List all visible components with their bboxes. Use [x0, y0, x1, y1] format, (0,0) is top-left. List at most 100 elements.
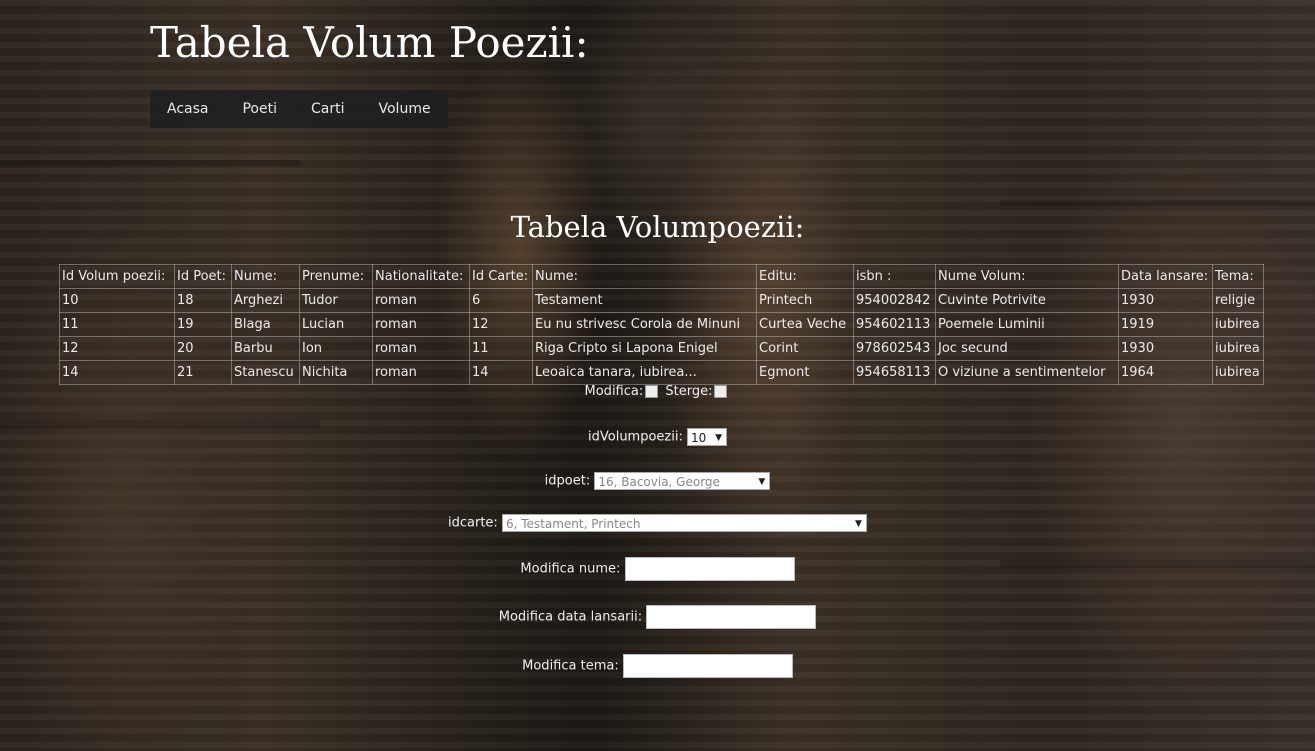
table-header-row: Id Volum poezii: Id Poet: Nume: Prenume:… [59, 264, 1264, 289]
idcarte-select-value: 6, Testament, Printech [505, 517, 641, 531]
sterge-label: Sterge: [665, 384, 713, 399]
table-cell: Leoaica tanara, iubirea... [532, 360, 757, 385]
tema-input[interactable] [622, 654, 793, 678]
table-cell: O viziune a sentimentelor [935, 360, 1119, 385]
table-cell: 14 [59, 360, 175, 385]
table-cell: Nichita [299, 360, 373, 385]
table-row: 11 19 Blaga Lucian roman 12 Eu nu strive… [59, 312, 1264, 337]
sterge-checkbox[interactable] [714, 385, 728, 398]
col-header-nume-volum: Nume Volum: [935, 264, 1119, 289]
idvolum-row: idVolumpoezii: 10 ▼ [0, 428, 1315, 446]
table-cell: iubirea [1212, 336, 1264, 361]
table-row: 10 18 Arghezi Tudor roman 6 Testament Pr… [59, 288, 1264, 313]
col-header-data-lansare: Data lansare: [1118, 264, 1213, 289]
table-cell: 10 [59, 288, 175, 313]
idcarte-select[interactable]: 6, Testament, Printech ▼ [501, 514, 867, 532]
table-cell: 11 [59, 312, 175, 337]
table-cell: 19 [174, 312, 232, 337]
modifica-label: Modifica: [584, 384, 644, 399]
table-cell: 11 [469, 336, 533, 361]
table-cell: Barbu [231, 336, 300, 361]
table-cell: 21 [174, 360, 232, 385]
idvolum-select-value: 10 [691, 431, 707, 445]
table-cell: 12 [59, 336, 175, 361]
idcarte-label: idcarte: [448, 515, 498, 531]
chevron-down-icon: ▼ [715, 433, 722, 443]
table-cell: Eu nu strivesc Corola de Minuni [532, 312, 757, 337]
table-cell: 954002842 [853, 288, 936, 313]
idpoet-label: idpoet: [544, 473, 591, 489]
nav-bar: Acasa Poeti Carti Volume [150, 90, 448, 128]
table-cell: Ion [299, 336, 373, 361]
nume-label: Modifica nume: [520, 561, 621, 577]
idpoet-select-value: 16, Bacovia, George [598, 475, 720, 489]
col-header-nume-carte: Nume: [532, 264, 757, 289]
col-header-isbn: isbn : [853, 264, 936, 289]
modifica-checkbox[interactable] [645, 385, 659, 398]
table-cell: 954658113 [853, 360, 936, 385]
table-cell: roman [372, 360, 470, 385]
table-cell: roman [372, 312, 470, 337]
tema-row: Modifica tema: [0, 654, 1315, 678]
table-cell: Poemele Luminii [935, 312, 1119, 337]
idvolum-label: idVolumpoezii: [588, 429, 683, 445]
table-cell: 14 [469, 360, 533, 385]
table-cell: 12 [469, 312, 533, 337]
table-cell: 6 [469, 288, 533, 313]
chevron-down-icon: ▼ [758, 477, 766, 487]
col-header-tema: Tema: [1212, 264, 1264, 289]
table-cell: Arghezi [231, 288, 300, 313]
table-cell: religie [1212, 288, 1264, 313]
table-cell: Printech [756, 288, 854, 313]
col-header-prenume: Prenume: [299, 264, 373, 289]
data-row: Modifica data lansarii: [0, 605, 1315, 629]
nav-item-carti[interactable]: Carti [294, 90, 362, 128]
idcarte-row: idcarte: 6, Testament, Printech ▼ [0, 514, 1315, 532]
table-cell: Egmont [756, 360, 854, 385]
table-cell: Stanescu [231, 360, 300, 385]
section-title: Tabela Volumpoezii: [510, 210, 805, 244]
nav-item-poeti[interactable]: Poeti [225, 90, 294, 128]
table-cell: Blaga [231, 312, 300, 337]
table-cell: roman [372, 336, 470, 361]
nav-item-acasa[interactable]: Acasa [150, 90, 225, 128]
table-cell: Lucian [299, 312, 373, 337]
table-cell: Curtea Veche [756, 312, 854, 337]
table-cell: Cuvinte Potrivite [935, 288, 1119, 313]
table-cell: Joc secund [935, 336, 1119, 361]
action-row: Modifica: Sterge: [0, 384, 1315, 399]
col-header-id-volum: Id Volum poezii: [59, 264, 175, 289]
table-cell: Testament [532, 288, 757, 313]
data-lansarii-input[interactable] [646, 605, 817, 629]
table-cell: iubirea [1212, 312, 1264, 337]
nume-row: Modifica nume: [0, 557, 1315, 581]
idpoet-row: idpoet: 16, Bacovia, George ▼ [0, 472, 1315, 490]
table-cell: 1930 [1118, 288, 1213, 313]
nume-input[interactable] [624, 557, 795, 581]
table-cell: 1930 [1118, 336, 1213, 361]
volumpoezii-table: Id Volum poezii: Id Poet: Nume: Prenume:… [59, 264, 1264, 385]
table-row: 14 21 Stanescu Nichita roman 14 Leoaica … [59, 360, 1264, 385]
table-cell: 20 [174, 336, 232, 361]
col-header-id-carte: Id Carte: [469, 264, 533, 289]
table-cell: 1964 [1118, 360, 1213, 385]
table-cell: iubirea [1212, 360, 1264, 385]
idpoet-select[interactable]: 16, Bacovia, George ▼ [594, 472, 771, 490]
table-cell: 954602113 [853, 312, 936, 337]
table-cell: 18 [174, 288, 232, 313]
chevron-down-icon: ▼ [855, 519, 862, 529]
table-cell: Corint [756, 336, 854, 361]
col-header-nume: Nume: [231, 264, 300, 289]
table-cell: 1919 [1118, 312, 1213, 337]
tema-label: Modifica tema: [522, 658, 619, 674]
page-title: Tabela Volum Poezii: [150, 18, 589, 67]
table-cell: 978602543 [853, 336, 936, 361]
col-header-editura: Editu: [756, 264, 854, 289]
col-header-id-poet: Id Poet: [174, 264, 232, 289]
table-cell: Riga Cripto si Lapona Enigel [532, 336, 757, 361]
idvolum-select[interactable]: 10 ▼ [687, 428, 727, 446]
nav-item-volume[interactable]: Volume [362, 90, 448, 128]
col-header-nationalitate: Nationalitate: [372, 264, 470, 289]
data-label: Modifica data lansarii: [498, 609, 643, 625]
table-cell: roman [372, 288, 470, 313]
